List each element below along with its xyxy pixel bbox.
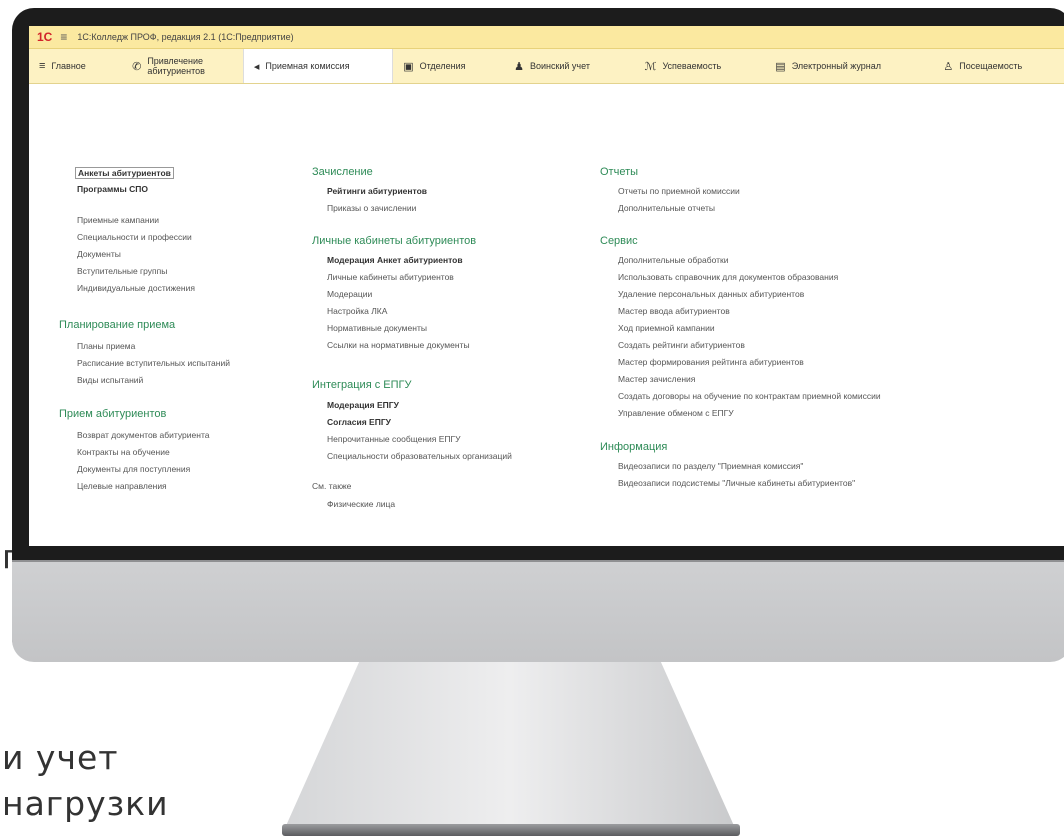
- person-icon: ♟: [514, 60, 524, 73]
- link-lka-settings[interactable]: Настройка ЛКА: [327, 306, 387, 316]
- link-enrollment-wizard[interactable]: Мастер зачисления: [618, 374, 695, 384]
- grades-icon: ℳ: [644, 60, 657, 73]
- link-normative-docs[interactable]: Нормативные документы: [327, 323, 427, 333]
- link-video-accounts[interactable]: Видеозаписи подсистемы "Личные кабинеты …: [618, 478, 855, 488]
- link-entrance-groups[interactable]: Вступительные группы: [77, 266, 167, 276]
- section-label: Привлечение абитуриентов: [147, 56, 205, 76]
- section-attendance[interactable]: ♙ Посещаемость: [933, 49, 1064, 83]
- link-specialties[interactable]: Специальности и профессии: [77, 232, 192, 242]
- section-label: Главное: [51, 61, 86, 71]
- link-admission-reports[interactable]: Отчеты по приемной комиссии: [618, 186, 740, 196]
- link-create-ratings[interactable]: Создать рейтинги абитуриентов: [618, 340, 745, 350]
- group-planning: Планирование приема: [59, 319, 176, 331]
- link-create-contracts[interactable]: Создать договоры на обучение по контракт…: [618, 391, 881, 401]
- section-content: Анкеты абитуриентов Программы СПО Приемн…: [29, 83, 1064, 546]
- link-epgu-moderation[interactable]: Модерация ЕПГУ: [327, 400, 399, 410]
- link-documents[interactable]: Документы: [77, 249, 121, 259]
- link-admission-plans[interactable]: Планы приема: [77, 341, 135, 351]
- section-panel: ≡ Главное ✆ Привлечение абитуриентов ◂ П…: [29, 49, 1064, 84]
- section-label: Приемная комиссия: [265, 61, 350, 71]
- journal-icon: ▤: [775, 60, 786, 73]
- link-exam-types[interactable]: Виды испытаний: [77, 375, 143, 385]
- group-enrollment: Зачисление: [312, 166, 373, 178]
- link-individuals[interactable]: Физические лица: [327, 499, 395, 509]
- group-personal-accounts: Личные кабинеты абитуриентов: [312, 235, 477, 247]
- app-window: 1С ≡ 1С:Колледж ПРОФ, редакция 2.1 (1С:П…: [29, 26, 1064, 546]
- link-ratings[interactable]: Рейтинги абитуриентов: [327, 186, 427, 196]
- main-menu-icon[interactable]: ≡: [60, 30, 67, 44]
- link-epgu-exchange[interactable]: Управление обменом с ЕПГУ: [618, 408, 734, 418]
- monitor-chin: [12, 560, 1064, 662]
- section-attract[interactable]: ✆ Привлечение абитуриентов: [122, 49, 243, 83]
- link-rating-wizard[interactable]: Мастер формирования рейтинга абитуриенто…: [618, 357, 804, 367]
- link-target-directions[interactable]: Целевые направления: [77, 481, 167, 491]
- group-epgu: Интеграция с ЕПГУ: [312, 379, 412, 391]
- section-ejournal[interactable]: ▤ Электронный журнал: [765, 49, 933, 83]
- link-enrollment-orders[interactable]: Приказы о зачислении: [327, 203, 416, 213]
- link-additional-reports[interactable]: Дополнительные отчеты: [618, 203, 715, 213]
- link-form-moderation[interactable]: Модерация Анкет абитуриентов: [327, 255, 463, 265]
- flag-icon: ◂: [253, 60, 260, 73]
- group-service: Сервис: [600, 235, 638, 247]
- link-moderations[interactable]: Модерации: [327, 289, 372, 299]
- section-label: Воинский учет: [529, 61, 590, 71]
- link-delete-personal-data[interactable]: Удаление персональных данных абитуриенто…: [618, 289, 804, 299]
- link-epgu-unread[interactable]: Непрочитанные сообщения ЕПГУ: [327, 434, 461, 444]
- menu-icon: ≡: [39, 60, 46, 72]
- link-normative-refs[interactable]: Ссылки на нормативные документы: [327, 340, 470, 350]
- group-reception: Прием абитуриентов: [59, 408, 167, 420]
- window-title: 1С:Колледж ПРОФ, редакция 2.1 (1С:Предпр…: [77, 32, 294, 42]
- see-also-label: См. также: [312, 481, 352, 491]
- link-org-specialties[interactable]: Специальности образовательных организаци…: [327, 451, 512, 461]
- handshake-icon: ✆: [132, 60, 142, 73]
- section-military[interactable]: ♟ Воинский учет: [504, 49, 635, 83]
- section-label: Успеваемость: [662, 61, 722, 71]
- link-applicant-wizard[interactable]: Мастер ввода абитуриентов: [618, 306, 730, 316]
- link-education-directory[interactable]: Использовать справочник для документов о…: [618, 272, 838, 282]
- group-information: Информация: [600, 441, 668, 453]
- section-label: Отделения: [419, 61, 466, 71]
- section-departments[interactable]: ▣ Отделения: [393, 49, 504, 83]
- section-grades[interactable]: ℳ Успеваемость: [635, 49, 766, 83]
- section-label: Электронный журнал: [791, 61, 881, 71]
- link-epgu-consents[interactable]: Согласия ЕПГУ: [327, 417, 391, 427]
- link-campaigns[interactable]: Приемные кампании: [77, 215, 159, 225]
- link-achievements[interactable]: Индивидуальные достижения: [77, 283, 195, 293]
- link-programs[interactable]: Программы СПО: [77, 184, 148, 194]
- link-personal-accounts[interactable]: Личные кабинеты абитуриентов: [327, 272, 454, 282]
- title-bar: 1С ≡ 1С:Колледж ПРОФ, редакция 2.1 (1С:П…: [29, 26, 1064, 49]
- background-text-line-2: и учет: [2, 738, 119, 777]
- link-applicant-forms[interactable]: Анкеты абитуриентов: [75, 167, 174, 179]
- link-campaign-progress[interactable]: Ход приемной кампании: [618, 323, 715, 333]
- link-additional-processing[interactable]: Дополнительные обработки: [618, 255, 728, 265]
- background-text-line-3: нагрузки: [2, 784, 169, 823]
- app-logo: 1С: [37, 30, 53, 44]
- section-admission[interactable]: ◂ Приемная комиссия: [242, 49, 394, 83]
- section-label: Посещаемость: [959, 61, 1023, 71]
- attendance-icon: ♙: [943, 60, 954, 73]
- link-exam-schedule[interactable]: Расписание вступительных испытаний: [77, 358, 230, 368]
- link-contracts[interactable]: Контракты на обучение: [77, 447, 170, 457]
- section-main[interactable]: ≡ Главное: [29, 49, 122, 83]
- group-reports: Отчеты: [600, 166, 639, 178]
- link-return-docs[interactable]: Возврат документов абитуриента: [77, 430, 209, 440]
- link-video-admission[interactable]: Видеозаписи по разделу "Приемная комисси…: [618, 461, 803, 471]
- building-icon: ▣: [403, 60, 414, 73]
- link-admission-docs[interactable]: Документы для поступления: [77, 464, 190, 474]
